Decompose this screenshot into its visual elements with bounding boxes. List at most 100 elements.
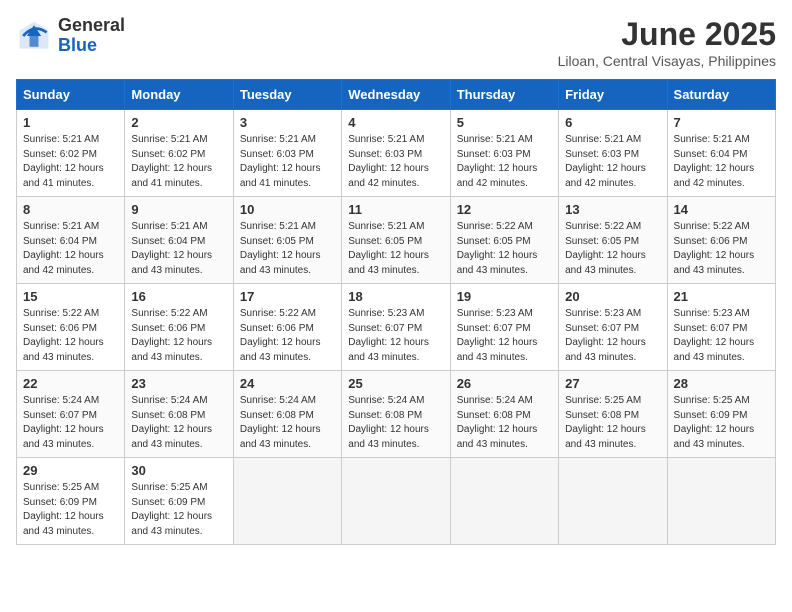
day-header-saturday: Saturday	[667, 80, 775, 110]
day-number: 17	[240, 289, 335, 304]
calendar-cell	[342, 458, 450, 545]
calendar-cell: 9 Sunrise: 5:21 AMSunset: 6:04 PMDaylight…	[125, 197, 233, 284]
title-block: June 2025 Liloan, Central Visayas, Phili…	[558, 16, 776, 69]
calendar-cell: 8 Sunrise: 5:21 AMSunset: 6:04 PMDaylight…	[17, 197, 125, 284]
day-header-friday: Friday	[559, 80, 667, 110]
calendar-cell: 20Sunrise: 5:23 AMSunset: 6:07 PMDayligh…	[559, 284, 667, 371]
calendar-cell: 4 Sunrise: 5:21 AMSunset: 6:03 PMDaylight…	[342, 110, 450, 197]
day-info: Sunrise: 5:21 AMSunset: 6:03 PMDaylight:…	[457, 133, 552, 191]
calendar-cell: 1 Sunrise: 5:21 AMSunset: 6:02 PMDaylight…	[17, 110, 125, 197]
day-header-monday: Monday	[125, 80, 233, 110]
calendar-cell	[233, 458, 341, 545]
day-number: 4	[348, 115, 443, 130]
day-info: Sunrise: 5:21 AMSunset: 6:03 PMDaylight:…	[240, 133, 335, 191]
day-number: 3	[240, 115, 335, 130]
calendar-cell: 29Sunrise: 5:25 AMSunset: 6:09 PMDayligh…	[17, 458, 125, 545]
day-info: Sunrise: 5:21 AMSunset: 6:03 PMDaylight:…	[565, 133, 660, 191]
day-info: Sunrise: 5:21 AMSunset: 6:03 PMDaylight:…	[348, 133, 443, 191]
calendar-cell: 21 Sunrise: 5:23 AMSunset: 6:07 PMDayligh…	[667, 284, 775, 371]
logo: General Blue	[16, 16, 125, 56]
day-number: 15	[23, 289, 118, 304]
calendar-cell	[559, 458, 667, 545]
day-header-wednesday: Wednesday	[342, 80, 450, 110]
day-number: 30	[131, 463, 226, 478]
day-number: 14	[674, 202, 769, 217]
day-info: Sunrise: 5:23 AMSunset: 6:07 PMDaylight:…	[674, 307, 769, 365]
day-info: Sunrise: 5:24 AMSunset: 6:08 PMDaylight:…	[131, 394, 226, 452]
day-number: 22	[23, 376, 118, 391]
day-info: Sunrise: 5:25 AMSunset: 6:09 PMDaylight:…	[674, 394, 769, 452]
day-info: Sunrise: 5:25 AMSunset: 6:09 PMDaylight:…	[131, 481, 226, 539]
calendar-cell: 27Sunrise: 5:25 AMSunset: 6:08 PMDayligh…	[559, 371, 667, 458]
day-number: 27	[565, 376, 660, 391]
calendar-cell: 5 Sunrise: 5:21 AMSunset: 6:03 PMDaylight…	[450, 110, 558, 197]
day-number: 24	[240, 376, 335, 391]
calendar-cell: 10 Sunrise: 5:21 AMSunset: 6:05 PMDayligh…	[233, 197, 341, 284]
day-info: Sunrise: 5:24 AMSunset: 6:08 PMDaylight:…	[457, 394, 552, 452]
day-info: Sunrise: 5:21 AMSunset: 6:04 PMDaylight:…	[23, 220, 118, 278]
month-title: June 2025	[558, 16, 776, 53]
day-number: 8	[23, 202, 118, 217]
day-header-thursday: Thursday	[450, 80, 558, 110]
calendar-cell: 22 Sunrise: 5:24 AMSunset: 6:07 PMDayligh…	[17, 371, 125, 458]
calendar-cell: 15 Sunrise: 5:22 AMSunset: 6:06 PMDayligh…	[17, 284, 125, 371]
calendar-cell: 24 Sunrise: 5:24 AMSunset: 6:08 PMDayligh…	[233, 371, 341, 458]
calendar-cell: 14Sunrise: 5:22 AMSunset: 6:06 PMDayligh…	[667, 197, 775, 284]
day-number: 26	[457, 376, 552, 391]
day-number: 6	[565, 115, 660, 130]
calendar-week-3: 15 Sunrise: 5:22 AMSunset: 6:06 PMDayligh…	[17, 284, 776, 371]
day-info: Sunrise: 5:24 AMSunset: 6:08 PMDaylight:…	[348, 394, 443, 452]
day-number: 23	[131, 376, 226, 391]
day-number: 21	[674, 289, 769, 304]
calendar-cell: 28 Sunrise: 5:25 AMSunset: 6:09 PMDayligh…	[667, 371, 775, 458]
day-info: Sunrise: 5:22 AMSunset: 6:05 PMDaylight:…	[565, 220, 660, 278]
calendar-cell: 23 Sunrise: 5:24 AMSunset: 6:08 PMDayligh…	[125, 371, 233, 458]
day-header-sunday: Sunday	[17, 80, 125, 110]
day-info: Sunrise: 5:24 AMSunset: 6:08 PMDaylight:…	[240, 394, 335, 452]
calendar-cell: 6 Sunrise: 5:21 AMSunset: 6:03 PMDaylight…	[559, 110, 667, 197]
day-number: 5	[457, 115, 552, 130]
day-number: 12	[457, 202, 552, 217]
day-number: 1	[23, 115, 118, 130]
day-info: Sunrise: 5:21 AMSunset: 6:05 PMDaylight:…	[240, 220, 335, 278]
calendar-week-5: 29Sunrise: 5:25 AMSunset: 6:09 PMDayligh…	[17, 458, 776, 545]
logo-general: General	[58, 15, 125, 35]
day-number: 19	[457, 289, 552, 304]
calendar-week-4: 22 Sunrise: 5:24 AMSunset: 6:07 PMDayligh…	[17, 371, 776, 458]
logo-blue: Blue	[58, 35, 97, 55]
calendar-cell: 25 Sunrise: 5:24 AMSunset: 6:08 PMDayligh…	[342, 371, 450, 458]
logo-text: General Blue	[58, 16, 125, 56]
calendar-week-1: 1 Sunrise: 5:21 AMSunset: 6:02 PMDaylight…	[17, 110, 776, 197]
calendar-cell: 17Sunrise: 5:22 AMSunset: 6:06 PMDayligh…	[233, 284, 341, 371]
day-number: 7	[674, 115, 769, 130]
day-number: 28	[674, 376, 769, 391]
day-number: 13	[565, 202, 660, 217]
day-number: 9	[131, 202, 226, 217]
day-info: Sunrise: 5:21 AMSunset: 6:02 PMDaylight:…	[23, 133, 118, 191]
day-number: 25	[348, 376, 443, 391]
page-header: General Blue June 2025 Liloan, Central V…	[16, 16, 776, 69]
day-info: Sunrise: 5:21 AMSunset: 6:02 PMDaylight:…	[131, 133, 226, 191]
day-info: Sunrise: 5:23 AMSunset: 6:07 PMDaylight:…	[348, 307, 443, 365]
day-info: Sunrise: 5:23 AMSunset: 6:07 PMDaylight:…	[457, 307, 552, 365]
day-info: Sunrise: 5:24 AMSunset: 6:07 PMDaylight:…	[23, 394, 118, 452]
day-number: 16	[131, 289, 226, 304]
calendar-cell: 30 Sunrise: 5:25 AMSunset: 6:09 PMDayligh…	[125, 458, 233, 545]
day-number: 20	[565, 289, 660, 304]
logo-icon	[16, 18, 52, 54]
calendar-cell: 2 Sunrise: 5:21 AMSunset: 6:02 PMDaylight…	[125, 110, 233, 197]
day-number: 10	[240, 202, 335, 217]
calendar-cell: 7 Sunrise: 5:21 AMSunset: 6:04 PMDaylight…	[667, 110, 775, 197]
calendar-cell: 26 Sunrise: 5:24 AMSunset: 6:08 PMDayligh…	[450, 371, 558, 458]
day-info: Sunrise: 5:22 AMSunset: 6:06 PMDaylight:…	[23, 307, 118, 365]
day-info: Sunrise: 5:21 AMSunset: 6:04 PMDaylight:…	[131, 220, 226, 278]
calendar-week-2: 8 Sunrise: 5:21 AMSunset: 6:04 PMDaylight…	[17, 197, 776, 284]
day-info: Sunrise: 5:21 AMSunset: 6:04 PMDaylight:…	[674, 133, 769, 191]
calendar-cell: 16Sunrise: 5:22 AMSunset: 6:06 PMDayligh…	[125, 284, 233, 371]
day-number: 2	[131, 115, 226, 130]
calendar-cell: 3 Sunrise: 5:21 AMSunset: 6:03 PMDaylight…	[233, 110, 341, 197]
calendar-cell: 19 Sunrise: 5:23 AMSunset: 6:07 PMDayligh…	[450, 284, 558, 371]
calendar-cell: 18Sunrise: 5:23 AMSunset: 6:07 PMDayligh…	[342, 284, 450, 371]
calendar-cell	[667, 458, 775, 545]
day-info: Sunrise: 5:25 AMSunset: 6:09 PMDaylight:…	[23, 481, 118, 539]
